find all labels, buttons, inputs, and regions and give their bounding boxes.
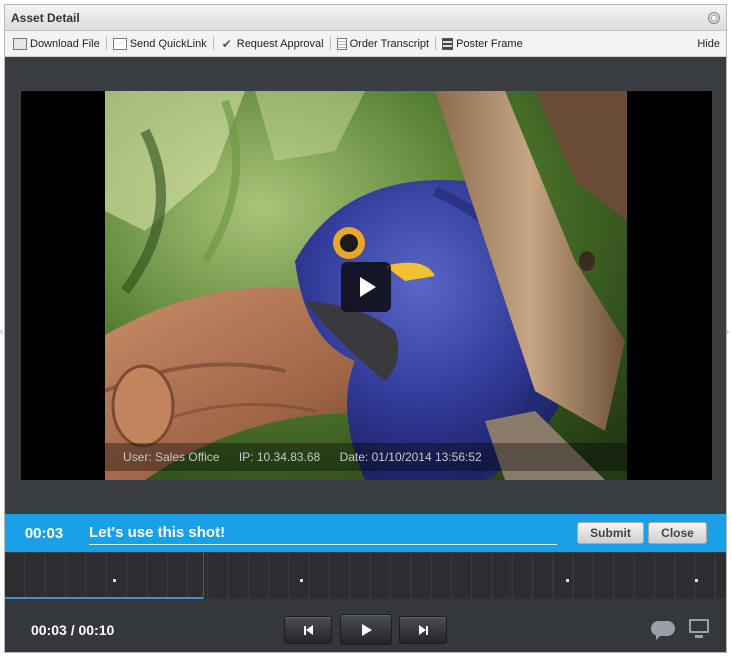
download-file-icon (13, 37, 27, 50)
time-display: 00:03 / 00:10 (31, 622, 115, 638)
toolbar-separator (435, 37, 437, 50)
comment-marker[interactable] (299, 579, 303, 582)
order-transcript-button[interactable]: Order Transcript (333, 37, 433, 50)
close-button[interactable]: Close (648, 522, 707, 544)
order-transcript-label: Order Transcript (349, 37, 430, 50)
previous-button[interactable] (284, 616, 332, 644)
mail-icon (112, 37, 127, 50)
video-viewport[interactable]: User: Sales Office IP: 10.34.83.68 Date:… (21, 91, 712, 480)
watermark-user: User: Sales Office (123, 450, 220, 464)
send-quicklink-label: Send QuickLink (129, 37, 207, 50)
comment-marker[interactable] (112, 579, 116, 582)
playback-controls: 00:03 / 00:10 (5, 599, 726, 652)
download-file-label: Download File (30, 37, 100, 50)
next-button[interactable] (399, 616, 447, 644)
toolbar-separator (329, 37, 331, 50)
comment-timestamp: 00:03 (24, 524, 64, 542)
right-collapse-arrow-icon[interactable]: › (726, 326, 729, 336)
fullscreen-monitor-icon[interactable] (689, 619, 709, 638)
video-player-area: User: Sales Office IP: 10.34.83.68 Date:… (5, 57, 726, 512)
toolbar-separator (105, 37, 107, 50)
poster-frame-button[interactable]: Poster Frame (438, 37, 527, 50)
comment-bubble-icon[interactable] (651, 621, 675, 640)
download-file-button[interactable]: Download File (9, 37, 104, 50)
timeline-playhead[interactable] (203, 553, 204, 599)
window-title: Asset Detail (11, 10, 80, 25)
play-icon (362, 623, 372, 636)
play-icon (360, 277, 376, 297)
play-button[interactable] (340, 614, 392, 645)
hide-button[interactable]: Hide (697, 38, 722, 50)
submit-button[interactable]: Submit (577, 522, 644, 544)
toolbar-separator (212, 37, 214, 50)
comment-input[interactable] (89, 521, 557, 545)
settings-gear-icon[interactable] (708, 11, 720, 24)
video-play-overlay-button[interactable] (341, 262, 391, 312)
film-icon (442, 37, 454, 50)
asset-detail-window: Asset Detail Download File Send QuickLin… (4, 4, 727, 653)
comment-bar: 00:03 Submit Close (5, 514, 726, 552)
checkmark-icon: ✔ (221, 36, 232, 51)
comment-marker[interactable] (565, 579, 569, 582)
skip-forward-icon (418, 625, 428, 635)
send-quicklink-button[interactable]: Send QuickLink (109, 37, 211, 50)
request-approval-button[interactable]: ✔ Request Approval (216, 38, 328, 50)
video-watermark: User: Sales Office IP: 10.34.83.68 Date:… (105, 443, 627, 471)
document-icon (336, 37, 347, 50)
timeline-grid (24, 553, 716, 599)
left-collapse-arrow-icon[interactable]: ‹ (0, 326, 3, 336)
watermark-date: Date: 01/10/2014 13:56:52 (339, 450, 482, 464)
timeline-scrubber[interactable] (5, 553, 726, 599)
comment-marker[interactable] (695, 579, 699, 582)
watermark-ip: IP: 10.34.83.68 (238, 450, 321, 464)
skip-back-icon (303, 625, 313, 635)
title-bar: Asset Detail (5, 5, 726, 31)
poster-frame-label: Poster Frame (456, 37, 523, 50)
toolbar: Download File Send QuickLink ✔ Request A… (5, 31, 726, 57)
request-approval-label: Request Approval (236, 37, 324, 50)
